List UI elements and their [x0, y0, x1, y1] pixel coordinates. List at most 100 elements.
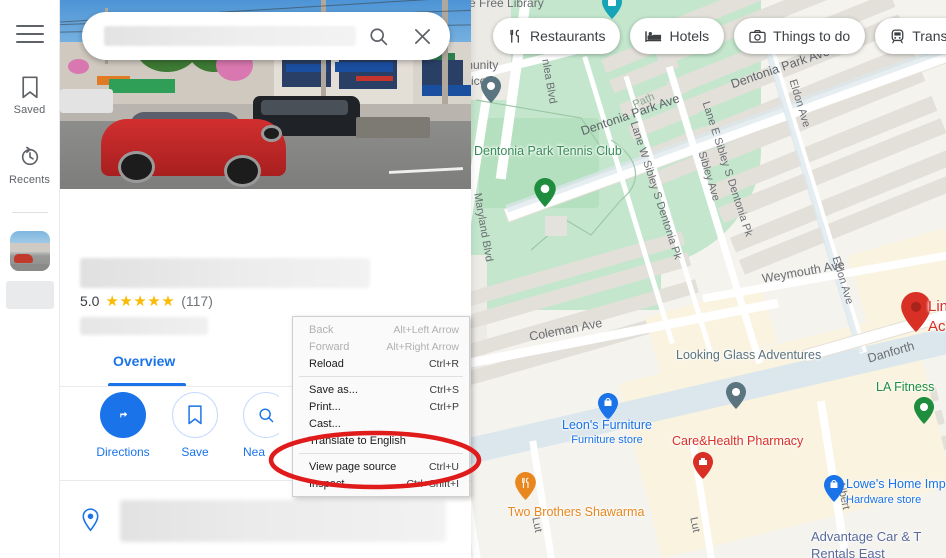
context-menu-item-translate[interactable]: Translate to English: [293, 432, 469, 449]
context-menu-item-inspect[interactable]: Inspect Ctrl+Shift+I: [293, 475, 469, 492]
place-name-redacted: [80, 258, 370, 288]
pharmacy-pin-icon: [693, 452, 713, 479]
chip-restaurants[interactable]: Restaurants: [493, 18, 621, 54]
bookmark-icon: [21, 74, 39, 100]
context-menu-item-label: Cast...: [309, 417, 341, 430]
context-menu-item-label: Reload: [309, 357, 344, 370]
chip-transit[interactable]: Transit: [875, 18, 946, 54]
restaurant-fork-knife-icon: [510, 29, 519, 43]
context-menu-item-print[interactable]: Print... Ctrl+P: [293, 398, 469, 415]
camera-icon: [749, 29, 766, 43]
context-menu-item-accel: Ctrl+P: [429, 400, 459, 413]
poi-label-two-brothers-shawarma: Two Brothers Shawarma: [471, 505, 681, 519]
photo-trailer: [355, 117, 430, 138]
poi-name: Advantage Car & T: [811, 529, 922, 544]
poi-label-advantage-car-rentals: Advantage Car & T Rentals East: [811, 528, 946, 558]
sidebar-item-label: Saved: [13, 104, 46, 116]
rail-placeholder-tile: [5, 281, 54, 309]
photo-blossom-small: [68, 58, 89, 74]
location-pin-icon: [60, 500, 120, 533]
map-canvas[interactable]: e Free Library munity rvices nlea Blvd D…: [471, 0, 946, 558]
context-menu-item-save-as[interactable]: Save as... Ctrl+S: [293, 381, 469, 398]
context-menu-item-reload[interactable]: Reload Ctrl+R: [293, 355, 469, 372]
browser-context-menu[interactable]: Back Alt+Left Arrow Forward Alt+Right Ar…: [292, 316, 470, 497]
poi-pharmacy-pin[interactable]: [693, 452, 713, 484]
poi-lowes-pin[interactable]: [824, 475, 844, 507]
context-menu-item-label: Translate to English: [309, 434, 406, 447]
address-row[interactable]: [60, 500, 471, 558]
sidebar-item-recents[interactable]: Recents: [2, 144, 58, 186]
rating-stars: ★★★★★: [105, 293, 176, 310]
rating-row: 5.0 ★★★★★ (117): [80, 292, 213, 310]
poi-label-lowes-home-improvement: Lowe's Home Improvement Hardware store: [846, 477, 946, 508]
context-menu-item-cast[interactable]: Cast...: [293, 415, 469, 432]
poi-la-fitness-pin[interactable]: [914, 397, 934, 429]
map-label-community: munity: [471, 58, 499, 72]
poi-subtitle: Furniture store: [571, 434, 643, 446]
photo-red-suv-wheel-front: [117, 151, 155, 184]
context-menu-item-accel: Ctrl+S: [429, 383, 459, 396]
sidebar-item-saved[interactable]: Saved: [2, 74, 58, 116]
map-label-little-free-library: e Free Library: [471, 0, 544, 10]
restaurant-pin-icon: [515, 472, 536, 500]
poi-tennis-club-pin[interactable]: [534, 178, 556, 212]
teal-pin-icon: [602, 0, 622, 19]
review-count: (117): [181, 293, 213, 309]
context-menu-item-accel: Ctrl+R: [428, 357, 459, 370]
poi-two-brothers-shawarma-pin[interactable]: [515, 472, 536, 505]
photo-white-van: [60, 88, 114, 114]
context-menu-group-page: Save as... Ctrl+S Print... Ctrl+P Cast..…: [293, 381, 469, 449]
hamburger-menu-icon[interactable]: [14, 22, 46, 46]
tab-overview[interactable]: Overview: [113, 353, 175, 369]
search-bar[interactable]: [82, 12, 450, 60]
poi-label-dentonia-park-tennis-club: Dentonia Park Tennis Club: [474, 144, 622, 158]
context-menu-item-accel: Ctrl+U: [428, 460, 459, 473]
thumbnail-red-car: [14, 254, 33, 263]
photo-sign-blue-2: [335, 62, 393, 72]
context-menu-separator-2: [299, 453, 463, 454]
chip-label: Things to do: [773, 28, 851, 44]
context-menu-item-label: Back: [309, 323, 334, 336]
thumbnail-building: [9, 243, 50, 252]
selected-place-marker[interactable]: [901, 292, 931, 337]
context-menu-item-label: Save as...: [309, 383, 358, 396]
photo-black-suv-windows: [261, 100, 348, 116]
save-button-circle: [172, 392, 218, 438]
poi-looking-glass-pin[interactable]: [726, 382, 746, 414]
context-menu-group-navigation: Back Alt+Left Arrow Forward Alt+Right Ar…: [293, 321, 469, 372]
context-menu-item-accel: Ctrl+Shift+I: [406, 477, 459, 490]
context-menu-item-accel: Alt+Right Arrow: [386, 340, 459, 353]
selected-red-pin-icon: [901, 292, 931, 332]
chip-label: Transit: [912, 28, 946, 44]
tab-active-indicator: [108, 383, 186, 386]
poi-subtitle: Rentals East: [811, 546, 885, 558]
context-menu-item-view-page-source[interactable]: View page source Ctrl+U: [293, 458, 469, 475]
sidebar-item-label: Recents: [8, 174, 51, 186]
shop-pin-icon: [824, 475, 844, 502]
context-menu-item-accel: Alt+Left Arrow: [393, 323, 459, 336]
poi-community-services-pin[interactable]: [481, 76, 501, 108]
history-clock-icon: [19, 144, 41, 170]
close-x-icon: [414, 28, 430, 44]
gray-pin-icon: [726, 382, 746, 409]
address-text-redacted: [120, 500, 446, 542]
context-menu-separator-1: [299, 376, 463, 377]
clear-search-button[interactable]: [400, 14, 444, 58]
poi-label-leons-furniture: Leon's Furniture Furniture store: [527, 418, 687, 447]
gray-pin-icon: [481, 76, 501, 103]
map-category-chips[interactable]: Restaurants Hotels Things to do Trans: [471, 18, 946, 54]
poi-name: Lowe's Home Improvement: [846, 477, 946, 491]
nearby-button[interactable]: Nea: [219, 392, 279, 459]
search-button[interactable]: [356, 14, 400, 58]
google-maps-screen: e Free Library munity rvices nlea Blvd D…: [0, 0, 946, 558]
poi-name: Lin: [928, 298, 946, 315]
chip-things-to-do[interactable]: Things to do: [734, 18, 866, 54]
nearby-button-label: Nea: [243, 445, 266, 459]
poi-subtitle: Ac: [928, 318, 946, 335]
poi-name: Two Brothers Shawarma: [507, 505, 645, 519]
context-menu-item-label: Forward: [309, 340, 350, 353]
rail-divider: [11, 212, 48, 213]
chip-hotels[interactable]: Hotels: [630, 18, 725, 54]
search-input[interactable]: [104, 26, 356, 46]
recent-street-view-thumbnail[interactable]: [9, 231, 50, 271]
